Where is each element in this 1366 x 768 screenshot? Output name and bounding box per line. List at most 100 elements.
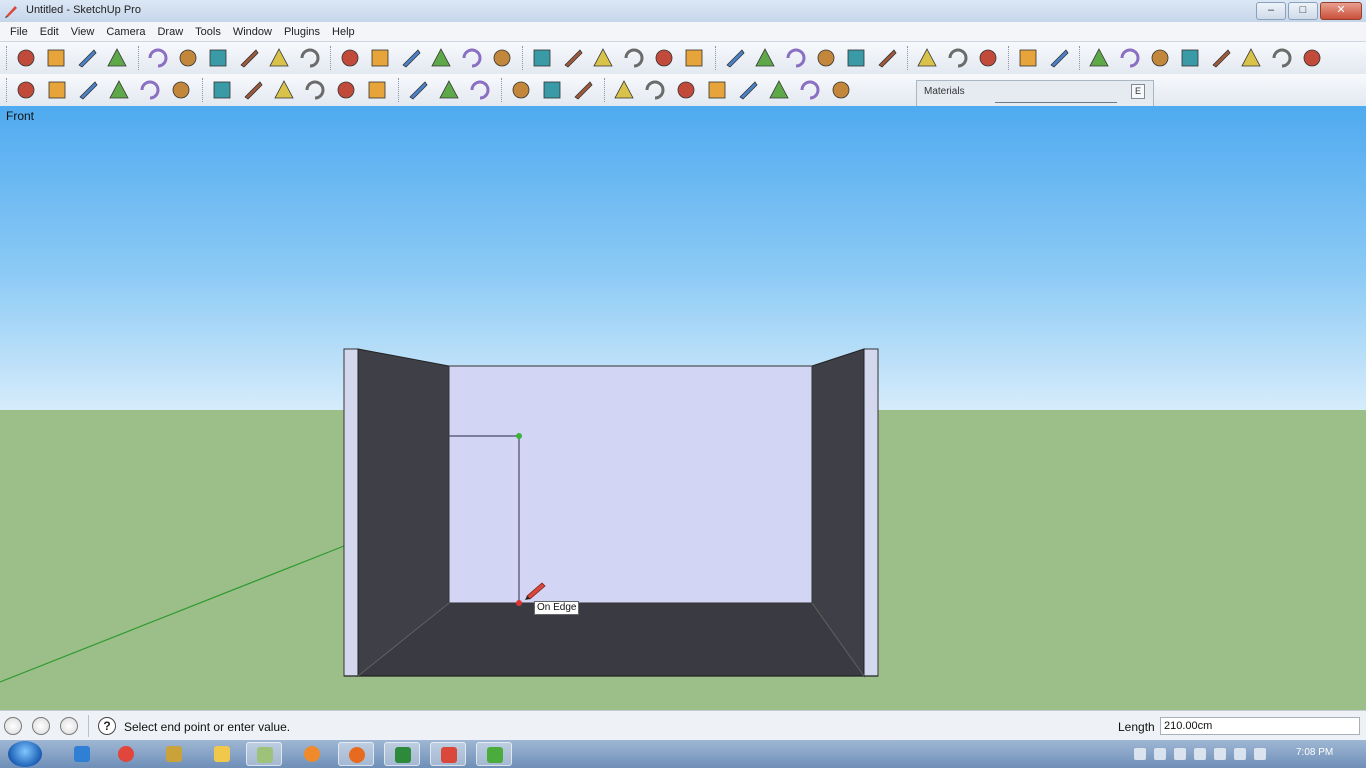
add-location-icon[interactable] (1300, 46, 1324, 70)
walk-icon[interactable] (976, 46, 1000, 70)
chrome-icon[interactable] (108, 742, 144, 766)
3d-text-icon[interactable] (682, 46, 706, 70)
dimension-icon[interactable] (561, 46, 585, 70)
menu-plugins[interactable]: Plugins (278, 22, 326, 41)
eraser-icon[interactable] (105, 46, 129, 70)
help-icon[interactable]: ? (98, 717, 116, 735)
rotate-icon[interactable] (399, 46, 423, 70)
menu-edit[interactable]: Edit (34, 22, 65, 41)
from-contours-icon[interactable] (1239, 46, 1263, 70)
add-detail-icon[interactable] (1148, 46, 1172, 70)
folder-icon[interactable] (204, 742, 240, 766)
zoom-extents-icon[interactable] (844, 46, 868, 70)
shaded-textures-icon[interactable] (334, 78, 358, 102)
paint-bucket-icon[interactable] (75, 46, 99, 70)
signal-icon[interactable] (1254, 748, 1266, 760)
subtract-icon[interactable] (767, 78, 791, 102)
line-icon[interactable] (176, 46, 200, 70)
previous-view-icon[interactable] (875, 46, 899, 70)
position-camera-icon[interactable] (915, 46, 939, 70)
hidden-line-icon[interactable] (272, 78, 296, 102)
section-fill-icon[interactable] (468, 78, 492, 102)
follow-me-icon[interactable] (429, 46, 453, 70)
excel-icon[interactable] (384, 742, 420, 766)
sketchup-icon[interactable] (430, 742, 466, 766)
stamp-icon[interactable] (1087, 46, 1111, 70)
display-section-icon[interactable] (406, 78, 430, 102)
explorer-icon[interactable] (246, 742, 282, 766)
share-model-icon[interactable] (540, 78, 564, 102)
right-view-icon[interactable] (107, 78, 131, 102)
drape-icon[interactable] (1118, 46, 1142, 70)
dynamic-component-icon[interactable] (643, 78, 667, 102)
menu-tools[interactable]: Tools (189, 22, 227, 41)
polygon-icon[interactable] (267, 46, 291, 70)
menu-draw[interactable]: Draw (151, 22, 189, 41)
menu-file[interactable]: File (4, 22, 34, 41)
axes-icon[interactable] (652, 46, 676, 70)
outer-shell-icon[interactable] (736, 78, 760, 102)
model-scene[interactable] (0, 106, 1366, 710)
media-player-icon[interactable] (294, 742, 330, 766)
maximize-button[interactable]: □ (1288, 2, 1318, 20)
get-models-icon[interactable] (571, 78, 595, 102)
google-earth-icon[interactable] (612, 78, 636, 102)
zoom-window-icon[interactable] (814, 46, 838, 70)
tray-arrow-icon[interactable] (1134, 748, 1146, 760)
arc-icon[interactable] (237, 46, 261, 70)
measurements-input[interactable]: 210.00cm (1160, 717, 1360, 735)
shaded-icon[interactable] (303, 78, 327, 102)
back-view-icon[interactable] (138, 78, 162, 102)
drawing-viewport[interactable]: Front On Edge (0, 106, 1366, 710)
display-icon[interactable] (1214, 748, 1226, 760)
make-component-icon[interactable] (44, 46, 68, 70)
smoove-icon[interactable] (1209, 46, 1233, 70)
menu-help[interactable]: Help (326, 22, 361, 41)
tape-measure-icon[interactable] (530, 46, 554, 70)
menu-camera[interactable]: Camera (100, 22, 151, 41)
left-view-icon[interactable] (169, 78, 193, 102)
minimize-button[interactable]: – (1256, 2, 1286, 20)
rectangle-icon[interactable] (146, 46, 170, 70)
start-button[interactable] (8, 741, 42, 767)
scale-icon[interactable] (460, 46, 484, 70)
network-icon[interactable] (156, 742, 192, 766)
user-icon[interactable] (60, 717, 78, 735)
section-cuts-icon[interactable] (437, 78, 461, 102)
volume-icon[interactable] (1154, 748, 1166, 760)
materials-close-button[interactable]: E (1131, 84, 1145, 99)
menu-window[interactable]: Window (227, 22, 278, 41)
iso-view-icon[interactable] (14, 78, 38, 102)
circle-icon[interactable] (206, 46, 230, 70)
pan-icon[interactable] (753, 46, 777, 70)
ie-icon[interactable] (64, 742, 100, 766)
monochrome-icon[interactable] (365, 78, 389, 102)
sandbox-icon[interactable] (1047, 46, 1071, 70)
intersect-icon[interactable] (705, 78, 729, 102)
front-view-icon[interactable] (76, 78, 100, 102)
3d-warehouse-icon[interactable] (509, 78, 533, 102)
flag-icon[interactable] (1194, 748, 1206, 760)
material-ball-icon[interactable] (798, 78, 822, 102)
orbit-icon[interactable] (723, 46, 747, 70)
credits-icon[interactable] (32, 717, 50, 735)
flip-edge-icon[interactable] (1178, 46, 1202, 70)
sphere-icon[interactable] (674, 78, 698, 102)
text-icon[interactable] (622, 46, 646, 70)
select-icon[interactable] (14, 46, 38, 70)
camtasia-icon[interactable] (476, 742, 512, 766)
zoom-icon[interactable] (784, 46, 808, 70)
move-icon[interactable] (338, 46, 362, 70)
section-plane-icon[interactable] (1016, 46, 1040, 70)
offset-icon[interactable] (490, 46, 514, 70)
menu-view[interactable]: View (65, 22, 101, 41)
top-view-icon[interactable] (45, 78, 69, 102)
geo-location-icon[interactable] (4, 717, 22, 735)
protractor-icon[interactable] (591, 46, 615, 70)
network-tray-icon[interactable] (1174, 748, 1186, 760)
power-icon[interactable] (1234, 748, 1246, 760)
close-button[interactable]: ✕ (1320, 2, 1362, 20)
firefox-icon[interactable] (338, 742, 374, 766)
freehand-icon[interactable] (298, 46, 322, 70)
xray-icon[interactable] (210, 78, 234, 102)
